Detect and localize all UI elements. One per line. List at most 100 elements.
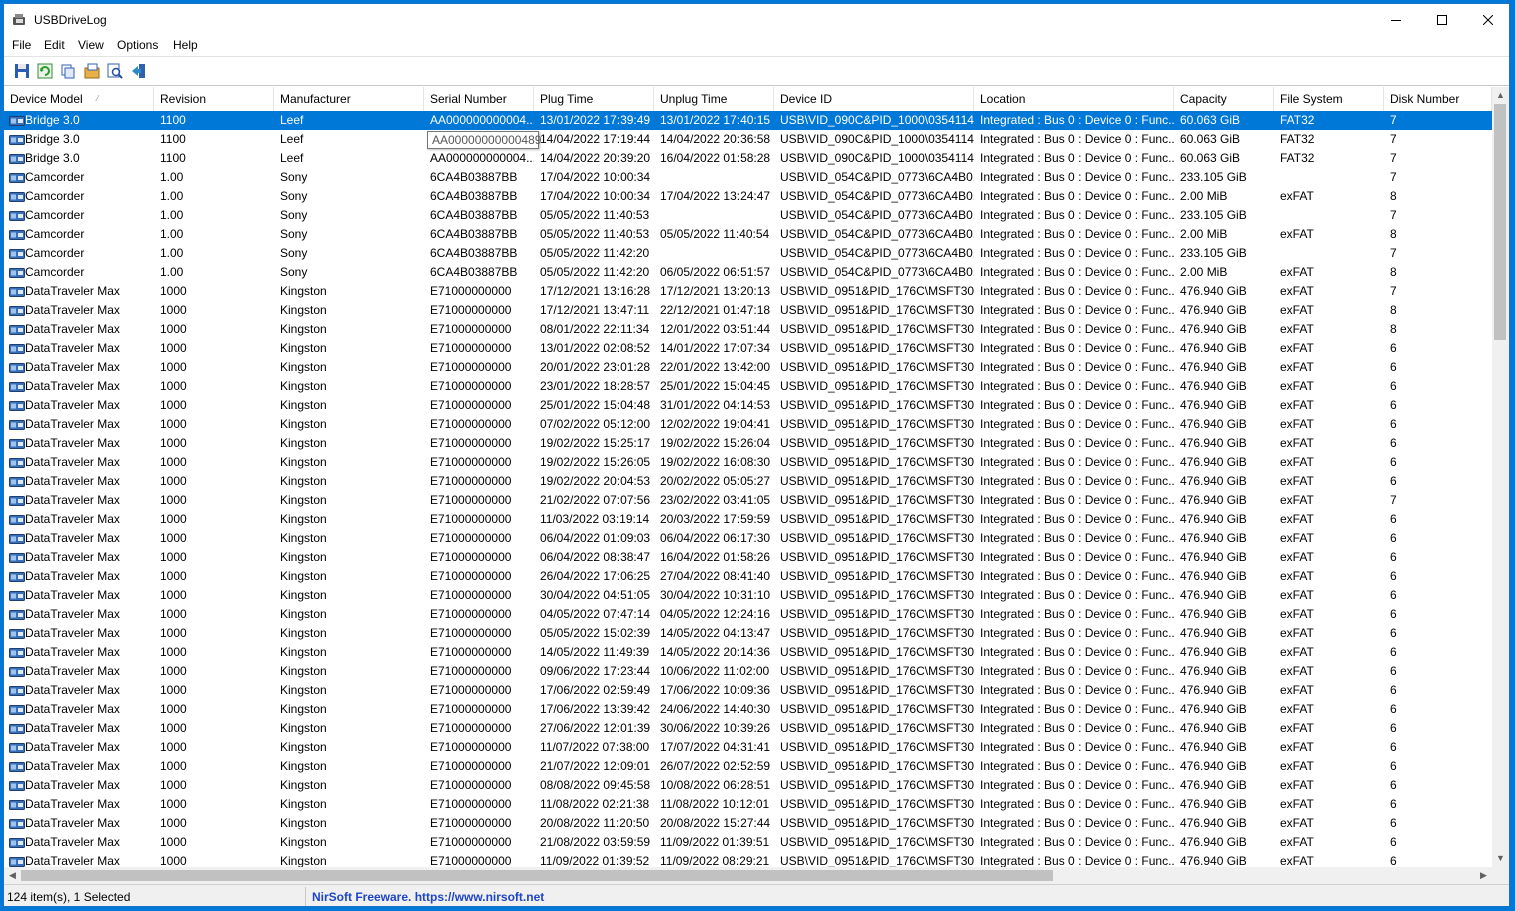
cell-file-system: FAT32	[1280, 132, 1315, 146]
menu-edit[interactable]: Edit	[44, 38, 65, 52]
nirsoft-link[interactable]: NirSoft Freeware. https://www.nirsoft.ne…	[312, 890, 544, 904]
cell-plug-time: 05/05/2022 11:40:53	[540, 208, 650, 222]
table-row[interactable]: Bridge 3.0 1100 Leef AA000000000004... 13/01…	[4, 111, 1492, 130]
cell-manufacturer: Kingston	[280, 645, 327, 659]
table-row[interactable]: DataTraveler Max 1000 Kingston E71000000000…	[4, 662, 1492, 681]
table-row[interactable]: Camcorder 1.00 Sony 6CA4B03887BB 17/04/2022 …	[4, 187, 1492, 206]
table-row[interactable]: DataTraveler Max 1000 Kingston E71000000000…	[4, 833, 1492, 852]
menu-view[interactable]: View	[78, 38, 104, 52]
vertical-scrollbar[interactable]: ▲ ▼	[1492, 87, 1509, 867]
column-header-capacity[interactable]: Capacity	[1174, 87, 1274, 111]
horizontal-scrollbar[interactable]: ◀ ▶	[4, 867, 1492, 884]
scroll-down-arrow-icon[interactable]: ▼	[1492, 850, 1509, 867]
table-row[interactable]: DataTraveler Max 1000 Kingston E71000000000…	[4, 757, 1492, 776]
scroll-up-arrow-icon[interactable]: ▲	[1492, 87, 1509, 104]
vertical-scroll-thumb[interactable]	[1494, 104, 1506, 340]
minimize-icon	[1391, 19, 1401, 21]
cell-unplug-time: 04/05/2022 12:24:16	[660, 607, 771, 621]
close-button[interactable]	[1465, 4, 1509, 35]
table-row[interactable]: Camcorder 1.00 Sony 6CA4B03887BB 17/04/2022 …	[4, 168, 1492, 187]
table-row[interactable]: DataTraveler Max 1000 Kingston E71000000000…	[4, 453, 1492, 472]
cell-unplug-time	[654, 168, 774, 187]
column-header-plug-time[interactable]: Plug Time	[534, 87, 654, 111]
cell-manufacturer: Kingston	[280, 436, 327, 450]
table-row[interactable]: DataTraveler Max 1000 Kingston E71000000000…	[4, 700, 1492, 719]
table-row[interactable]: DataTraveler Max 1000 Kingston E71000000000…	[4, 814, 1492, 833]
cell-location: Integrated : Bus 0 : Device 0 : Func...	[980, 797, 1174, 811]
table-row[interactable]: DataTraveler Max 1000 Kingston E71000000000…	[4, 358, 1492, 377]
cell-manufacturer: Kingston	[280, 607, 327, 621]
table-row[interactable]: DataTraveler Max 1000 Kingston E71000000000…	[4, 624, 1492, 643]
table-row[interactable]: DataTraveler Max 1000 Kingston E71000000000…	[4, 738, 1492, 757]
cell-manufacturer: Sony	[280, 170, 308, 184]
minimize-button[interactable]	[1373, 4, 1419, 35]
table-row[interactable]: DataTraveler Max 1000 Kingston E71000000000…	[4, 643, 1492, 662]
cell-device-id: USB\VID_0951&PID_176C\MSFT30...	[780, 493, 974, 507]
cell-capacity: 60.063 GiB	[1180, 113, 1241, 127]
properties-button[interactable]	[83, 62, 101, 80]
cell-plug-time: 23/01/2022 18:28:57	[540, 379, 651, 393]
table-row[interactable]: DataTraveler Max 1000 Kingston E71000000000…	[4, 605, 1492, 624]
cell-unplug-time: 14/05/2022 04:13:47	[660, 626, 771, 640]
table-row[interactable]: Camcorder 1.00 Sony 6CA4B03887BB 05/05/2022 …	[4, 225, 1492, 244]
table-row[interactable]: Bridge 3.01100LeefAA0000000000048914/04/…	[4, 130, 1492, 149]
save-button[interactable]	[13, 62, 31, 80]
column-header-unplug-time[interactable]: Unplug Time	[654, 87, 774, 111]
horizontal-scroll-thumb[interactable]	[21, 870, 1053, 881]
scroll-right-arrow-icon[interactable]: ▶	[1475, 867, 1492, 884]
cell-device-id: USB\VID_0951&PID_176C\MSFT30...	[780, 398, 974, 412]
table-row[interactable]: DataTraveler Max 1000 Kingston E71000000000…	[4, 852, 1492, 867]
column-header-device-id[interactable]: Device ID	[774, 87, 974, 111]
table-row[interactable]: DataTraveler Max 1000 Kingston E71000000000…	[4, 510, 1492, 529]
cell-manufacturer: Kingston	[280, 702, 327, 716]
maximize-button[interactable]	[1419, 4, 1465, 35]
table-row[interactable]: Bridge 3.0 1100 Leef AA000000000004... 14/04…	[4, 149, 1492, 168]
cell-unplug-time: 17/06/2022 10:09:36	[660, 683, 771, 697]
table-row[interactable]: Camcorder 1.00 Sony 6CA4B03887BB 05/05/2022 …	[4, 244, 1492, 263]
column-header-serial-number[interactable]: Serial Number	[424, 87, 534, 111]
title-bar[interactable]: USBDriveLog	[4, 4, 1509, 35]
column-header-manufacturer[interactable]: Manufacturer	[274, 87, 424, 111]
menu-options[interactable]: Options	[117, 38, 158, 52]
column-header-revision[interactable]: Revision	[154, 87, 274, 111]
column-header-device-model[interactable]: Device Model ⁄	[4, 87, 154, 111]
copy-button[interactable]	[59, 62, 77, 80]
table-row[interactable]: Camcorder 1.00 Sony 6CA4B03887BB 05/05/2022 …	[4, 263, 1492, 282]
column-header-location[interactable]: Location	[974, 87, 1174, 111]
table-row[interactable]: DataTraveler Max 1000 Kingston E71000000000…	[4, 567, 1492, 586]
table-row[interactable]: DataTraveler Max 1000 Kingston E71000000000…	[4, 776, 1492, 795]
table-row[interactable]: Camcorder 1.00 Sony 6CA4B03887BB 05/05/2022 …	[4, 206, 1492, 225]
table-row[interactable]: DataTraveler Max 1000 Kingston E71000000000…	[4, 472, 1492, 491]
table-row[interactable]: DataTraveler Max 1000 Kingston E71000000000…	[4, 377, 1492, 396]
table-row[interactable]: DataTraveler Max 1000 Kingston E71000000000…	[4, 795, 1492, 814]
table-row[interactable]: DataTraveler Max 1000 Kingston E71000000000…	[4, 719, 1492, 738]
table-row[interactable]: DataTraveler Max 1000 Kingston E71000000000…	[4, 529, 1492, 548]
refresh-button[interactable]	[36, 62, 54, 80]
table-row[interactable]: DataTraveler Max 1000 Kingston E71000000000…	[4, 339, 1492, 358]
table-row[interactable]: DataTraveler Max 1000 Kingston E71000000000…	[4, 282, 1492, 301]
cell-serial-number: E71000000000	[430, 778, 512, 792]
device-list[interactable]: Bridge 3.0 1100 Leef AA000000000004... 13/01…	[4, 111, 1492, 867]
column-header-file-system[interactable]: File System	[1274, 87, 1384, 111]
scroll-left-arrow-icon[interactable]: ◀	[4, 867, 21, 884]
table-row[interactable]: DataTraveler Max 1000 Kingston E71000000000…	[4, 320, 1492, 339]
table-row[interactable]: DataTraveler Max 1000 Kingston E71000000000…	[4, 681, 1492, 700]
cell-device-model: DataTraveler Max	[25, 417, 120, 431]
exit-button[interactable]	[130, 62, 148, 80]
cell-file-system: exFAT	[1280, 493, 1314, 507]
table-row[interactable]: DataTraveler Max 1000 Kingston E71000000000…	[4, 586, 1492, 605]
table-row[interactable]: DataTraveler Max 1000 Kingston E71000000000…	[4, 415, 1492, 434]
table-row[interactable]: DataTraveler Max 1000 Kingston E71000000000…	[4, 301, 1492, 320]
cell-manufacturer: Sony	[280, 227, 308, 241]
table-row[interactable]: DataTraveler Max 1000 Kingston E71000000000…	[4, 491, 1492, 510]
list-header: Device Model ⁄ Revision Manufacturer Ser…	[4, 87, 1492, 111]
column-header-disk-number[interactable]: Disk Number	[1384, 87, 1492, 111]
cell-location: Integrated : Bus 0 : Device 0 : Func...	[980, 322, 1174, 336]
table-row[interactable]: DataTraveler Max 1000 Kingston E71000000000…	[4, 548, 1492, 567]
table-row[interactable]: DataTraveler Max 1000 Kingston E71000000000…	[4, 396, 1492, 415]
find-button[interactable]	[106, 62, 124, 80]
cell-location: Integrated : Bus 0 : Device 0 : Func...	[980, 721, 1174, 735]
table-row[interactable]: DataTraveler Max 1000 Kingston E71000000000…	[4, 434, 1492, 453]
menu-file[interactable]: File	[12, 38, 31, 52]
menu-help[interactable]: Help	[173, 38, 198, 52]
